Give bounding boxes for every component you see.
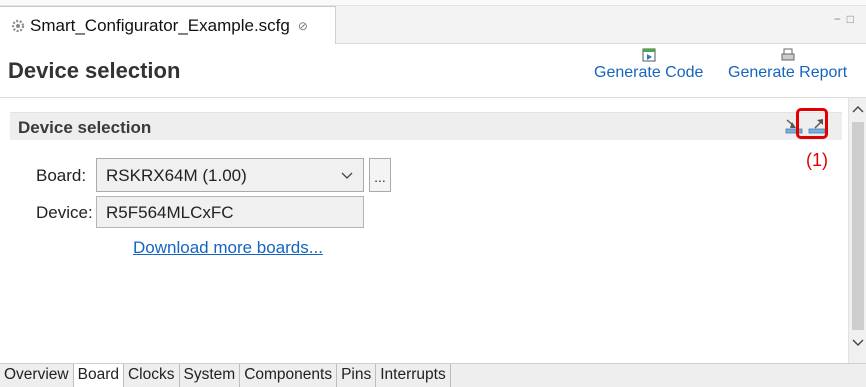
device-field[interactable]: R5F564MLCxFC (96, 196, 364, 228)
editor-page-tabs: Overview Board Clocks System Components … (0, 363, 866, 387)
close-tab-icon[interactable]: ⊘ (298, 19, 308, 33)
tab-board[interactable]: Board (73, 364, 124, 387)
gear-icon (11, 19, 25, 32)
annotation-label: (1) (806, 150, 828, 170)
scroll-down-icon[interactable] (852, 338, 864, 348)
tab-clocks[interactable]: Clocks (124, 364, 180, 387)
tab-components[interactable]: Components (240, 364, 338, 387)
device-selection-panel: Device selection Board: RSKRX64M (1.00) … (0, 98, 848, 363)
generate-report-button[interactable]: Generate Report (728, 48, 847, 82)
editor-tab-label: Smart_Configurator_Example.scfg (30, 15, 290, 35)
device-label: Device: (36, 203, 93, 222)
page-header: Device selection Generate Code Generate … (0, 44, 866, 98)
window-controls: −□ (834, 12, 860, 26)
browse-board-button[interactable]: ... (369, 158, 391, 192)
board-label: Board: (36, 166, 87, 185)
export-highlight-box (796, 108, 828, 139)
minimize-icon[interactable]: − (834, 12, 847, 26)
generate-code-button[interactable]: Generate Code (594, 48, 703, 82)
maximize-icon[interactable]: □ (847, 12, 860, 26)
generate-code-icon (642, 48, 656, 62)
generate-report-label: Generate Report (728, 64, 848, 81)
section-title: Device selection (18, 118, 152, 137)
download-more-boards-link[interactable]: Download more boards... (133, 238, 323, 258)
page-title: Device selection (8, 58, 181, 83)
tab-pins[interactable]: Pins (337, 364, 377, 387)
section-header: Device selection (10, 112, 842, 140)
tab-interrupts[interactable]: Interrupts (376, 364, 451, 387)
generate-code-label: Generate Code (594, 64, 704, 81)
generate-report-icon (781, 48, 795, 61)
editor-tab-strip: Smart_Configurator_Example.scfg ⊘ −□ (0, 0, 866, 44)
scroll-up-icon[interactable] (852, 104, 864, 114)
tab-system[interactable]: System (180, 364, 241, 387)
tab-overview[interactable]: Overview (0, 364, 74, 387)
board-select[interactable]: RSKRX64M (1.00) (96, 158, 364, 192)
editor-tab-scfg[interactable]: Smart_Configurator_Example.scfg ⊘ (0, 6, 336, 44)
board-select-value: RSKRX64M (1.00) (106, 166, 247, 185)
scrollbar-thumb[interactable] (852, 122, 864, 330)
chevron-down-icon (341, 172, 353, 179)
vertical-scrollbar[interactable] (848, 98, 866, 363)
